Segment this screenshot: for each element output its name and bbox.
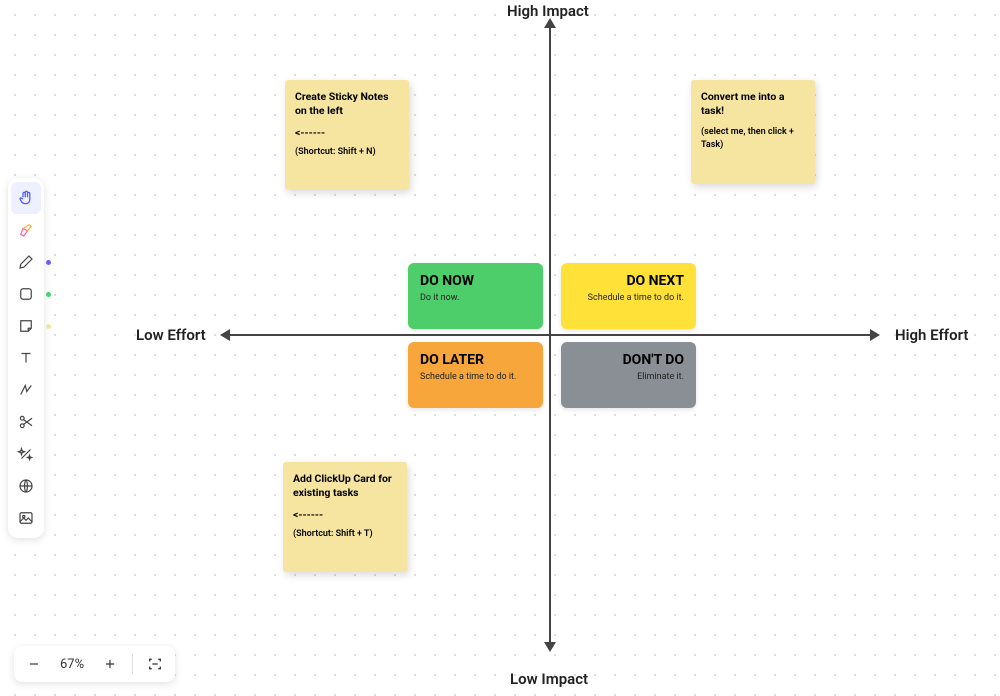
quadrant-dont-do[interactable]: DON'T DO Eliminate it. [561, 342, 696, 408]
quadrant-subtitle: Schedule a time to do it. [573, 293, 684, 303]
horizontal-axis [228, 334, 872, 336]
minus-icon [27, 657, 41, 671]
shape-icon [17, 285, 35, 303]
zoom-controls: 67% [14, 646, 175, 682]
hand-tool[interactable] [11, 182, 41, 214]
highlighter-icon [17, 221, 35, 239]
quadrant-subtitle: Eliminate it. [573, 372, 684, 382]
sticky-title: Create Sticky Notes on the left [295, 90, 399, 118]
quadrant-do-next[interactable]: DO NEXT Schedule a time to do it. [561, 263, 696, 329]
color-dot-icon [46, 292, 51, 297]
scissors-tool[interactable] [11, 406, 41, 438]
quadrant-do-later[interactable]: DO LATER Schedule a time to do it. [408, 342, 543, 408]
sticky-note[interactable]: Add ClickUp Card for existing tasks <---… [283, 462, 407, 572]
whiteboard-canvas[interactable]: High Impact Low Impact Low Effort High E… [0, 0, 1000, 696]
fit-icon [147, 656, 163, 672]
highlighter-tool[interactable] [11, 214, 41, 246]
magic-tool[interactable] [11, 438, 41, 470]
quadrant-subtitle: Do it now. [420, 293, 531, 303]
sticky-icon [17, 317, 35, 335]
globe-icon [17, 477, 35, 495]
hand-icon [17, 189, 35, 207]
connector-tool[interactable] [11, 374, 41, 406]
fit-button[interactable] [141, 650, 169, 678]
axis-label-right: High Effort [895, 326, 968, 344]
quadrant-title: DO LATER [420, 352, 531, 368]
color-dot-icon [46, 324, 51, 329]
sticky-sub: (Shortcut: Shift + T) [293, 529, 397, 539]
sticky-sub: (select me, then click + Task) [701, 126, 805, 151]
shape-tool[interactable] [11, 278, 41, 310]
axis-label-left: Low Effort [136, 326, 206, 344]
divider [132, 654, 133, 674]
image-icon [17, 509, 35, 527]
web-tool[interactable] [11, 470, 41, 502]
zoom-in-button[interactable] [96, 650, 124, 678]
axis-label-bottom: Low Impact [510, 670, 588, 688]
sticky-arrow: <------ [293, 508, 397, 521]
text-tool[interactable] [11, 342, 41, 374]
quadrant-title: DO NOW [420, 273, 531, 289]
zoom-level[interactable]: 67% [52, 657, 92, 672]
arrow-down-icon [544, 642, 556, 652]
connector-icon [17, 381, 35, 399]
text-icon [17, 349, 35, 367]
sticky-sub: (Shortcut: Shift + N) [295, 147, 399, 157]
sticky-arrow: <------ [295, 126, 399, 139]
axis-label-top: High Impact [507, 2, 589, 20]
sticky-note[interactable]: Convert me into a task! (select me, then… [691, 80, 815, 184]
quadrant-subtitle: Schedule a time to do it. [420, 372, 531, 382]
sticky-title: Convert me into a task! [701, 90, 805, 118]
scissors-icon [17, 413, 35, 431]
arrow-left-icon [220, 329, 230, 341]
pen-icon [17, 253, 35, 271]
plus-icon [103, 657, 117, 671]
sticky-note[interactable]: Create Sticky Notes on the left <------ … [285, 80, 409, 190]
image-tool[interactable] [11, 502, 41, 534]
sticky-title: Add ClickUp Card for existing tasks [293, 472, 397, 500]
quadrant-do-now[interactable]: DO NOW Do it now. [408, 263, 543, 329]
left-toolbar [8, 178, 44, 538]
pen-tool[interactable] [11, 246, 41, 278]
zoom-out-button[interactable] [20, 650, 48, 678]
sticky-note-tool[interactable] [11, 310, 41, 342]
magic-icon [17, 445, 35, 463]
quadrant-title: DO NEXT [573, 273, 684, 289]
quadrant-title: DON'T DO [573, 352, 684, 368]
arrow-right-icon [870, 329, 880, 341]
color-dot-icon [46, 260, 51, 265]
